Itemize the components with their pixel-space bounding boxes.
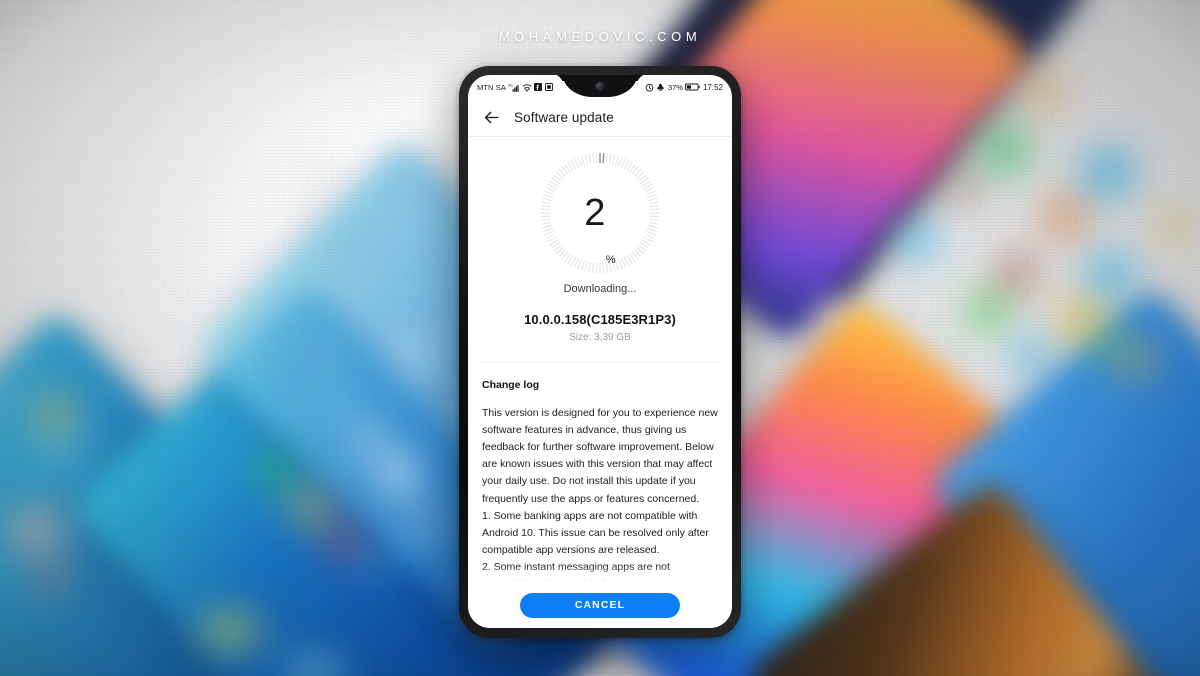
progress-percent-value: 2 [584,192,605,234]
bg-blob [1085,150,1131,196]
bg-dot [770,345,790,359]
bg-blob [332,528,360,556]
do-not-disturb-icon [657,83,665,91]
bg-blob [368,545,394,571]
bg-blob [968,292,1006,330]
bg-blob [260,455,292,487]
changelog-section: Change log This version is designed for … [468,363,732,593]
app-bar: Software update [468,98,732,136]
bg-blob [1030,78,1060,108]
bg-blob [200,618,260,644]
bg-blob [412,510,438,536]
bg-blob [322,388,348,414]
bg-blob [898,222,934,258]
bg-blob [1160,215,1186,241]
phone-screen: MTN SA 4G 37% 17:52 Software update 2 % … [468,75,732,628]
progress-percent: 2 % [538,151,662,275]
front-camera-icon [595,82,605,91]
bg-blob [352,425,382,455]
bg-dot [305,155,319,199]
bg-dot [182,548,196,562]
status-bar-right: 37% 17:52 [645,83,723,92]
facebook-icon [534,83,543,91]
page-title: Software update [514,109,614,125]
bg-blob [8,510,63,550]
bg-dot [148,545,164,561]
bg-dot [198,392,218,412]
bg-dot [800,360,818,374]
bg-blob [948,175,976,203]
bg-dot [318,228,336,246]
bg-blob [382,458,416,492]
bg-blob [1062,300,1098,336]
signal-icon: 4G [508,83,520,92]
bg-blob [295,492,327,524]
changelog-body: This version is designed for you to expe… [482,405,718,593]
bg-blob [290,660,340,676]
bg-dot [420,162,436,178]
progress-percent-symbol: % [605,254,616,266]
progress-ring: 2 % [538,151,662,275]
action-bar: CANCEL [468,582,732,628]
phone-mockup: MTN SA 4G 37% 17:52 Software update 2 % … [459,66,741,638]
bg-blob [40,400,70,430]
bg-blob [1092,330,1118,356]
battery-icon [685,83,701,91]
svg-text:4G: 4G [508,83,513,87]
screenshot-stage: MOHAMEDOVIC.COM MTN SA 4G 37% 17:52 Soft… [0,0,1200,676]
bg-blob [1122,345,1150,373]
back-arrow-icon[interactable] [482,108,501,127]
update-size-label: Size: 3,39 GB [569,332,631,343]
changelog-paragraph: This version is designed for you to expe… [482,407,718,505]
status-bar-left: MTN SA 4G [477,83,553,92]
changelog-heading: Change log [482,379,540,391]
bg-blob [1000,258,1032,290]
bg-blob [40,565,64,589]
bg-dot [955,465,973,483]
bg-blob [1090,255,1132,297]
battery-percent-label: 37% [667,82,683,92]
bg-blob [405,340,429,364]
wifi-icon [522,83,532,92]
bg-blob [300,342,322,364]
bg-dot [158,398,174,414]
site-watermark: MOHAMEDOVIC.COM [498,29,702,44]
bg-dot [930,432,948,450]
bg-blob [1048,200,1082,234]
bg-blob [1015,340,1049,374]
update-version-label: 10.0.0.158(C185E3R1P3) [524,312,676,327]
cancel-button[interactable]: CANCEL [520,592,680,618]
clock-label: 17:52 [702,82,723,92]
download-progress: 2 % [468,137,732,289]
bg-blob [985,130,1025,170]
changelog-item-1: 1. Some banking apps are not compatible … [482,509,709,556]
carrier-label: MTN SA [477,82,506,92]
